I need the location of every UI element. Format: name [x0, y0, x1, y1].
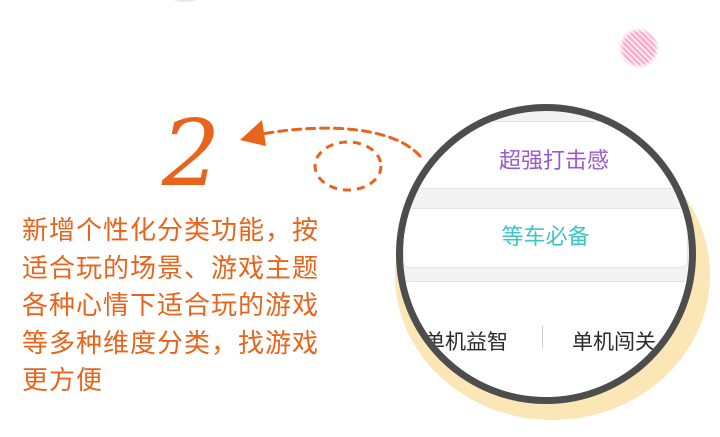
category-tag-waiting[interactable]: 等车必备 — [403, 208, 688, 268]
divider — [542, 326, 543, 348]
feature-line: 更方便 — [22, 366, 104, 396]
category-tag-hit[interactable]: 超强打击感 — [403, 121, 689, 189]
category-row-single-player: 单机益智 单机闯关 — [403, 281, 689, 397]
feature-line: 新增个性化分类功能，按 — [22, 216, 320, 246]
feature-description: 新增个性化分类功能，按 适合玩的场景、游戏主题 各种心情下适合玩的游戏 等多种维… — [22, 213, 362, 401]
feature-line: 等多种维度分类，找游戏 — [22, 328, 320, 359]
magnifier-lens: 超强打击感 等车必备 单机益智 单机闯关 — [396, 104, 696, 404]
feature-line: 适合玩的场景、游戏主题 — [22, 253, 320, 284]
arrowhead-icon — [240, 120, 266, 146]
feature-line: 各种心情下适合玩的游戏 — [22, 291, 320, 321]
category-tag-adventure[interactable]: 单机闯关 — [572, 326, 656, 356]
promo-feature-panel: 2 新增个性化分类功能，按 适合玩的场景、游戏主题 各种心情下适合玩的游戏 等多… — [0, 0, 720, 437]
category-tag-puzzle[interactable]: 单机益智 — [424, 326, 508, 356]
